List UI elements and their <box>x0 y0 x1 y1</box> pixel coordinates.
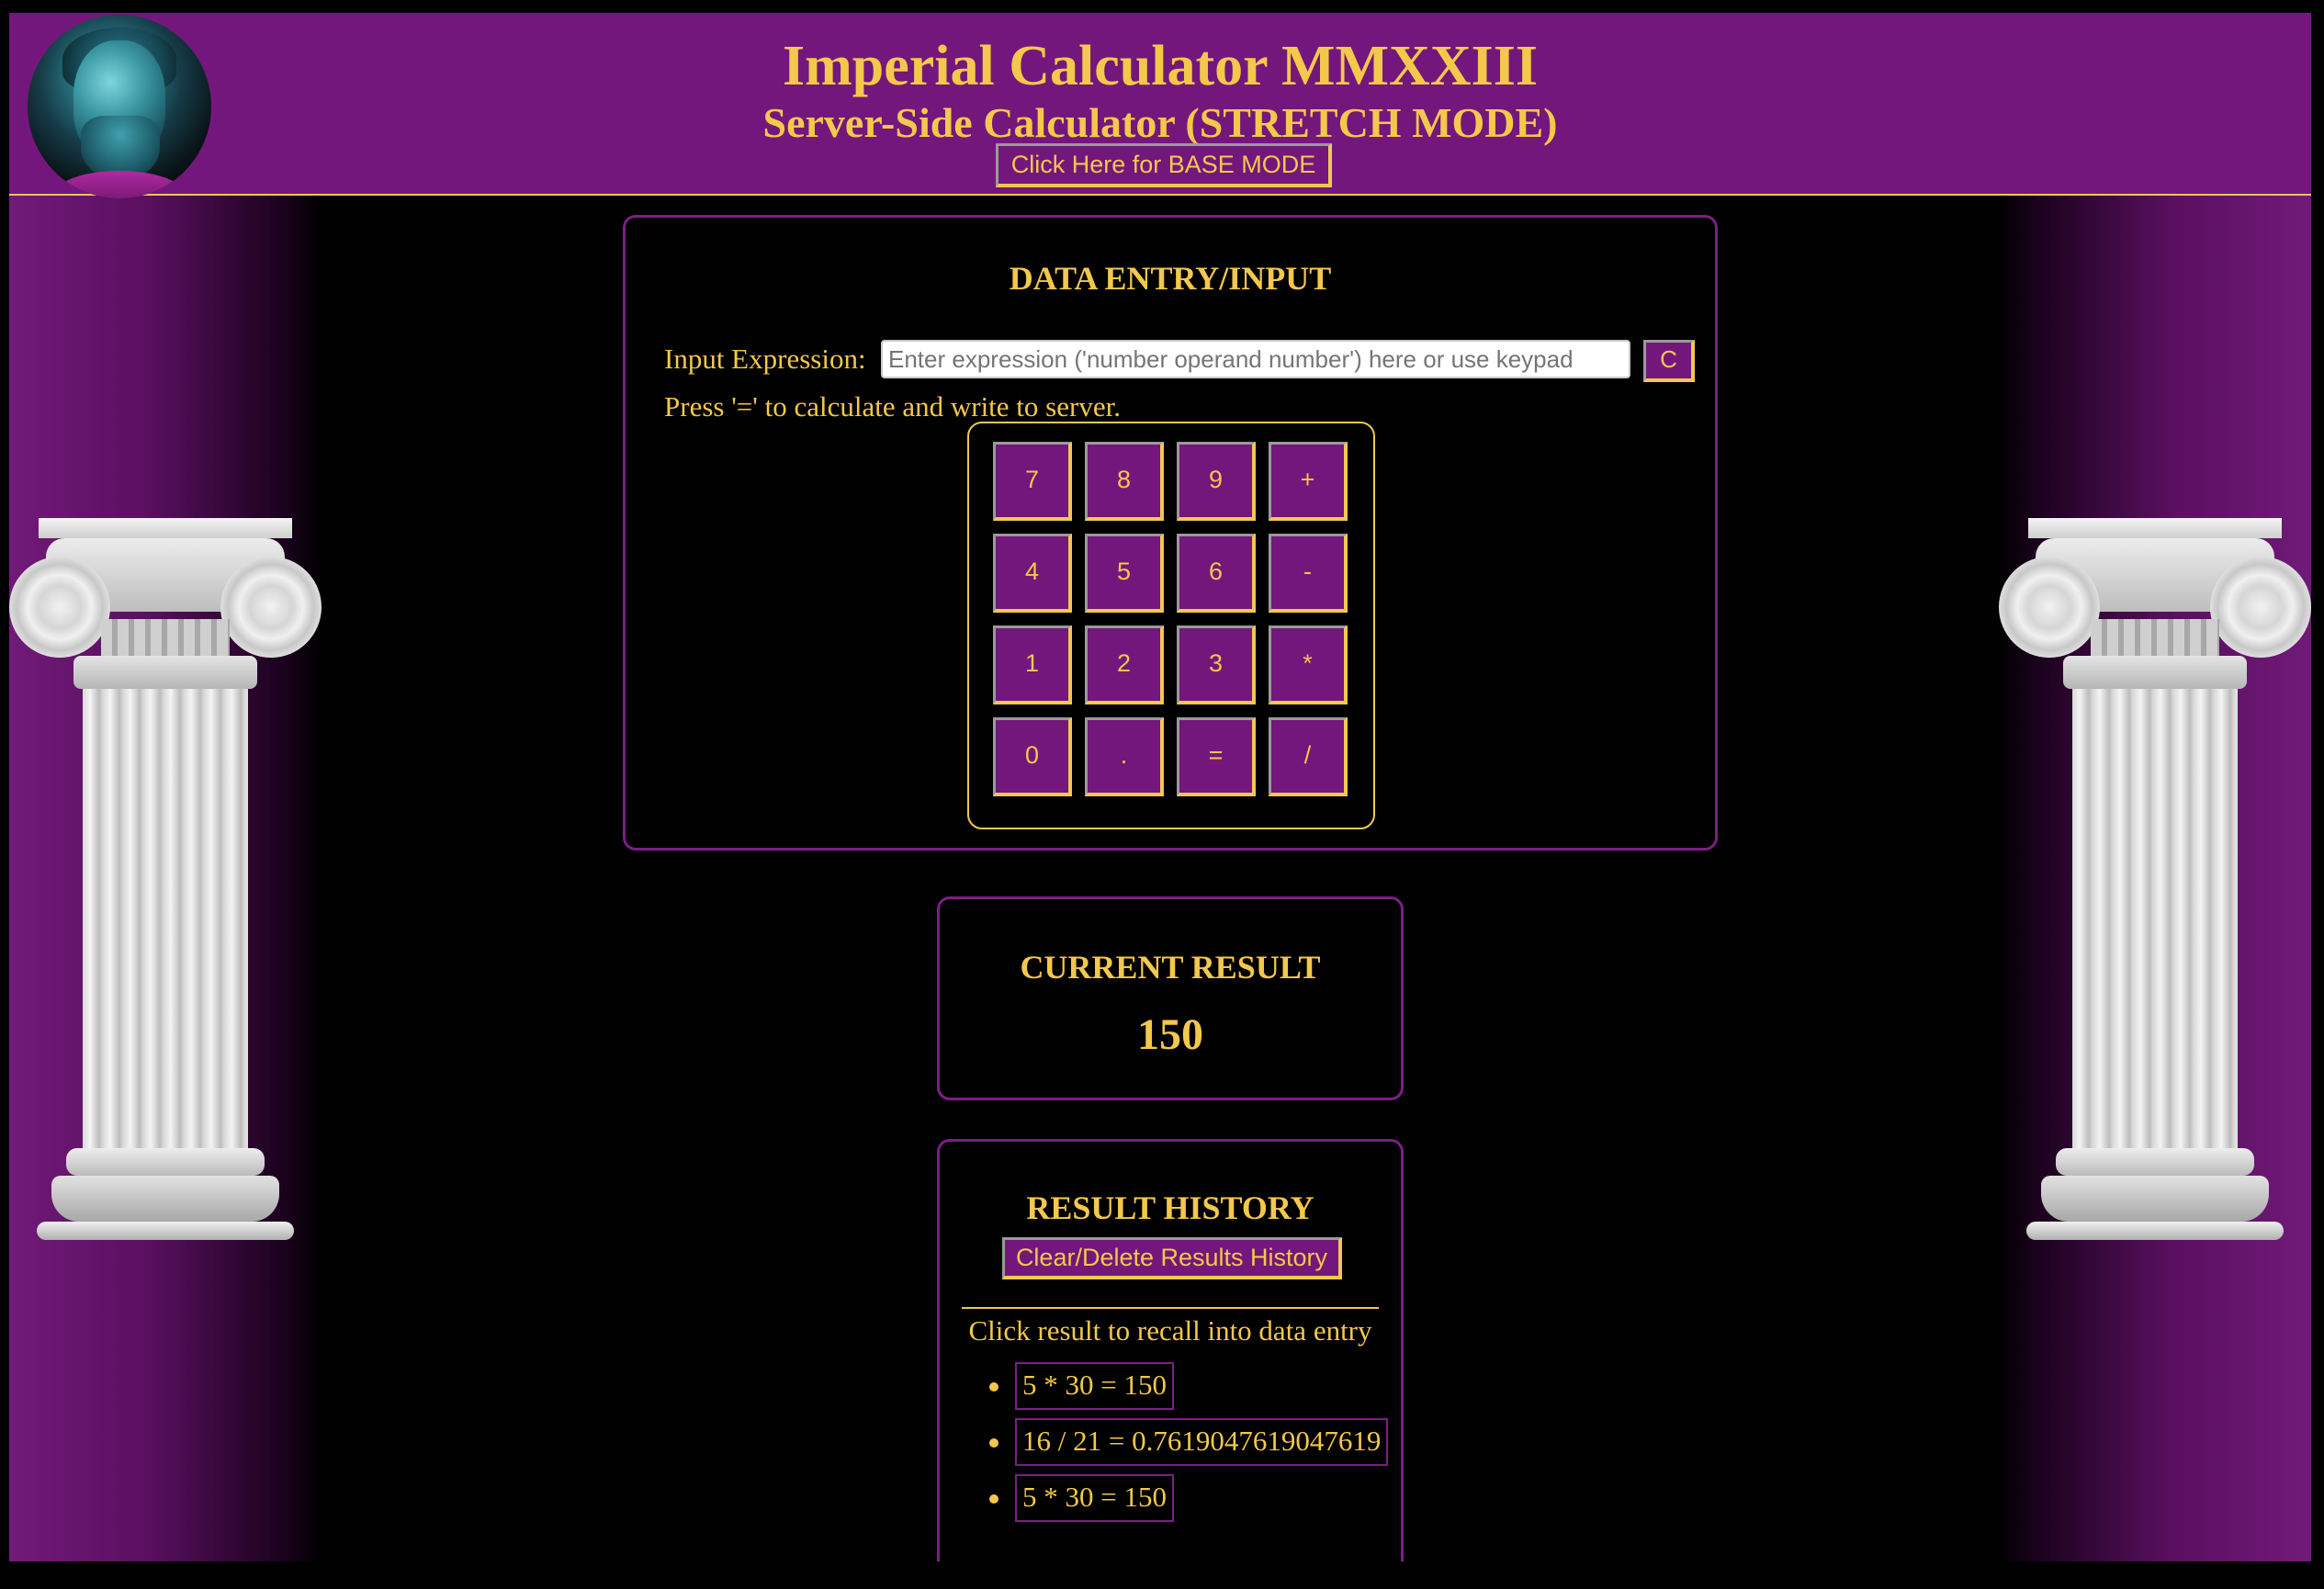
bullet-icon <box>989 1438 998 1448</box>
page: Imperial Calculator MMXXIII Server-Side … <box>9 13 2311 1561</box>
column-abacus <box>2028 518 2282 538</box>
data-entry-panel: DATA ENTRY/INPUT Input Expression: C Pre… <box>623 215 1718 851</box>
column-abacus <box>39 518 292 538</box>
browser-frame: Imperial Calculator MMXXIII Server-Side … <box>0 0 2324 1589</box>
result-history-heading: RESULT HISTORY <box>1026 1189 1314 1226</box>
clear-input-button[interactable]: C <box>1643 340 1695 382</box>
clear-history-button[interactable]: Clear/Delete Results History <box>1002 1237 1342 1279</box>
column-base <box>66 1148 265 1176</box>
key-divide[interactable]: / <box>1269 717 1348 796</box>
column-base <box>2056 1148 2254 1176</box>
key-9[interactable]: 9 <box>1177 442 1256 521</box>
data-entry-heading: DATA ENTRY/INPUT <box>1009 260 1332 297</box>
key-4[interactable]: 4 <box>993 534 1072 613</box>
current-result-panel: CURRENT RESULT 150 <box>937 896 1404 1100</box>
column-shaft <box>83 689 248 1148</box>
key-decimal[interactable]: . <box>1085 717 1164 796</box>
base-mode-button[interactable]: Click Here for BASE MODE <box>996 143 1332 187</box>
ionic-column-right-icon <box>1999 518 2311 1253</box>
column-volute <box>2210 557 2311 658</box>
header-bar: Imperial Calculator MMXXIII Server-Side … <box>9 13 2311 198</box>
column-base <box>2026 1222 2284 1240</box>
history-divider <box>962 1307 1379 1309</box>
column-ornament <box>101 619 230 656</box>
key-minus[interactable]: - <box>1269 534 1348 613</box>
column-base <box>51 1176 279 1222</box>
key-3[interactable]: 3 <box>1177 625 1256 704</box>
calculate-hint: Press '=' to calculate and write to serv… <box>664 390 1121 423</box>
key-6[interactable]: 6 <box>1177 534 1256 613</box>
key-8[interactable]: 8 <box>1085 442 1164 521</box>
ionic-column-left-icon <box>9 518 322 1253</box>
history-entry[interactable]: 5 * 30 = 150 <box>1015 1474 1174 1522</box>
key-equals[interactable]: = <box>1177 717 1256 796</box>
avatar-shoulder <box>55 171 184 198</box>
history-list: 5 * 30 = 150 16 / 21 = 0.761904761904761… <box>940 1362 1417 1530</box>
key-5[interactable]: 5 <box>1085 534 1164 613</box>
history-caption: Click result to recall into data entry <box>968 1314 1372 1347</box>
list-item: 16 / 21 = 0.7619047619047619 <box>940 1418 1417 1474</box>
column-neck <box>2063 656 2247 689</box>
page-subtitle: Server-Side Calculator (STRETCH MODE) <box>762 99 1558 146</box>
column-ornament <box>2091 619 2219 656</box>
keypad: 7 8 9 + 4 5 6 - 1 2 3 * 0 . = / <box>967 422 1375 829</box>
column-base <box>2041 1176 2269 1222</box>
column-volute <box>9 557 110 658</box>
bullet-icon <box>989 1382 998 1392</box>
key-0[interactable]: 0 <box>993 717 1072 796</box>
column-shaft <box>2072 689 2238 1148</box>
expression-input[interactable] <box>881 340 1630 378</box>
column-base <box>37 1222 294 1240</box>
key-2[interactable]: 2 <box>1085 625 1164 704</box>
key-7[interactable]: 7 <box>993 442 1072 521</box>
result-history-panel: RESULT HISTORY Clear/Delete Results Hist… <box>937 1139 1404 1561</box>
key-plus[interactable]: + <box>1269 442 1348 521</box>
key-1[interactable]: 1 <box>993 625 1072 704</box>
column-volute <box>1999 557 2100 658</box>
list-item: 5 * 30 = 150 <box>940 1362 1417 1418</box>
key-multiply[interactable]: * <box>1269 625 1348 704</box>
column-volute <box>220 557 322 658</box>
bullet-icon <box>989 1494 998 1504</box>
current-result-value: 150 <box>1137 1010 1203 1059</box>
current-result-heading: CURRENT RESULT <box>1020 949 1321 986</box>
history-entry[interactable]: 5 * 30 = 150 <box>1015 1362 1174 1410</box>
history-entry[interactable]: 16 / 21 = 0.7619047619047619 <box>1015 1418 1389 1466</box>
list-item: 5 * 30 = 150 <box>940 1474 1417 1530</box>
input-expression-label: Input Expression: <box>664 343 866 375</box>
page-title: Imperial Calculator MMXXIII <box>783 35 1538 97</box>
column-neck <box>73 656 257 689</box>
